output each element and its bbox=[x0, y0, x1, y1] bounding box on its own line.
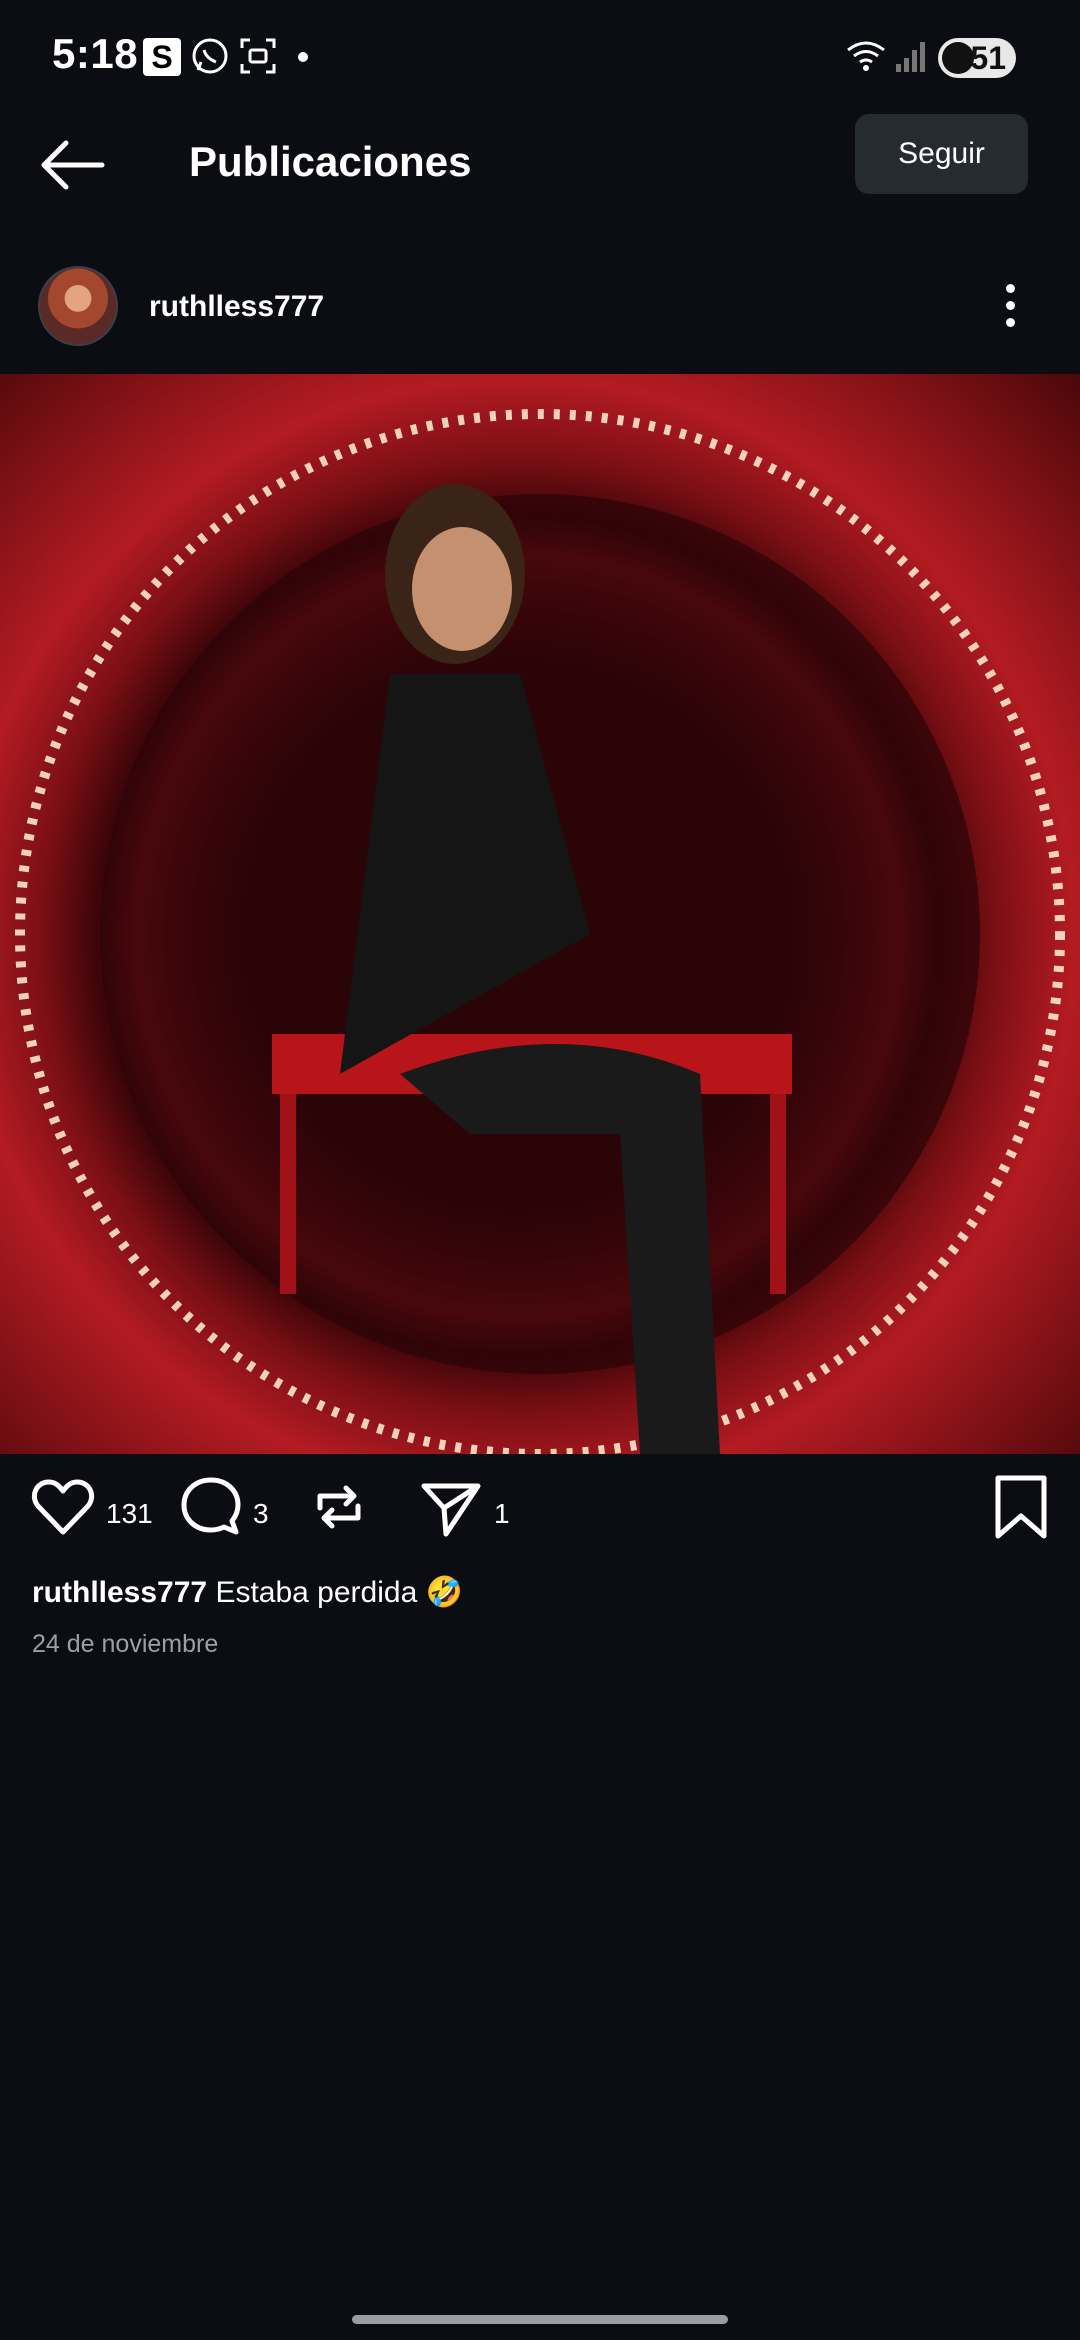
signal-icon bbox=[896, 42, 925, 72]
caption-text: Estaba perdida 🤣 bbox=[215, 1576, 463, 1609]
app-s-icon: S bbox=[143, 38, 181, 76]
share-count: 1 bbox=[494, 1498, 510, 1529]
like-count: 131 bbox=[106, 1498, 153, 1529]
notification-dot bbox=[298, 52, 308, 62]
back-arrow-icon[interactable] bbox=[36, 135, 108, 195]
battery-indicator: 51 bbox=[938, 38, 1016, 78]
share-icon[interactable] bbox=[418, 1474, 484, 1540]
more-options-icon[interactable] bbox=[1006, 284, 1015, 328]
post-date: 24 de noviembre bbox=[32, 1630, 219, 1658]
battery-saver-icon bbox=[942, 42, 974, 74]
post-photo[interactable] bbox=[0, 374, 1080, 1454]
bookmark-icon[interactable] bbox=[988, 1474, 1054, 1540]
page-title: Publicaciones bbox=[189, 138, 472, 185]
status-time: 5:18 bbox=[52, 30, 139, 77]
battery-level: 51 bbox=[970, 39, 1006, 76]
heart-icon[interactable] bbox=[30, 1474, 96, 1540]
repost-icon[interactable] bbox=[306, 1474, 372, 1540]
status-bar: 5:18 S 51 bbox=[0, 0, 1080, 110]
post-username[interactable]: ruthlless777 bbox=[149, 290, 324, 324]
screenshot-icon bbox=[240, 38, 276, 74]
whatsapp-icon bbox=[192, 38, 228, 74]
follow-button[interactable]: Seguir bbox=[855, 114, 1028, 194]
photo-illustration bbox=[15, 409, 1065, 1454]
avatar[interactable] bbox=[38, 266, 118, 346]
comment-icon[interactable] bbox=[178, 1474, 244, 1540]
comment-count: 3 bbox=[253, 1498, 269, 1529]
wifi-icon bbox=[847, 41, 885, 71]
home-indicator[interactable] bbox=[352, 2315, 728, 2324]
caption-username[interactable]: ruthlless777 bbox=[32, 1576, 207, 1609]
post-caption: ruthlless777 Estaba perdida 🤣 bbox=[32, 1575, 463, 1610]
